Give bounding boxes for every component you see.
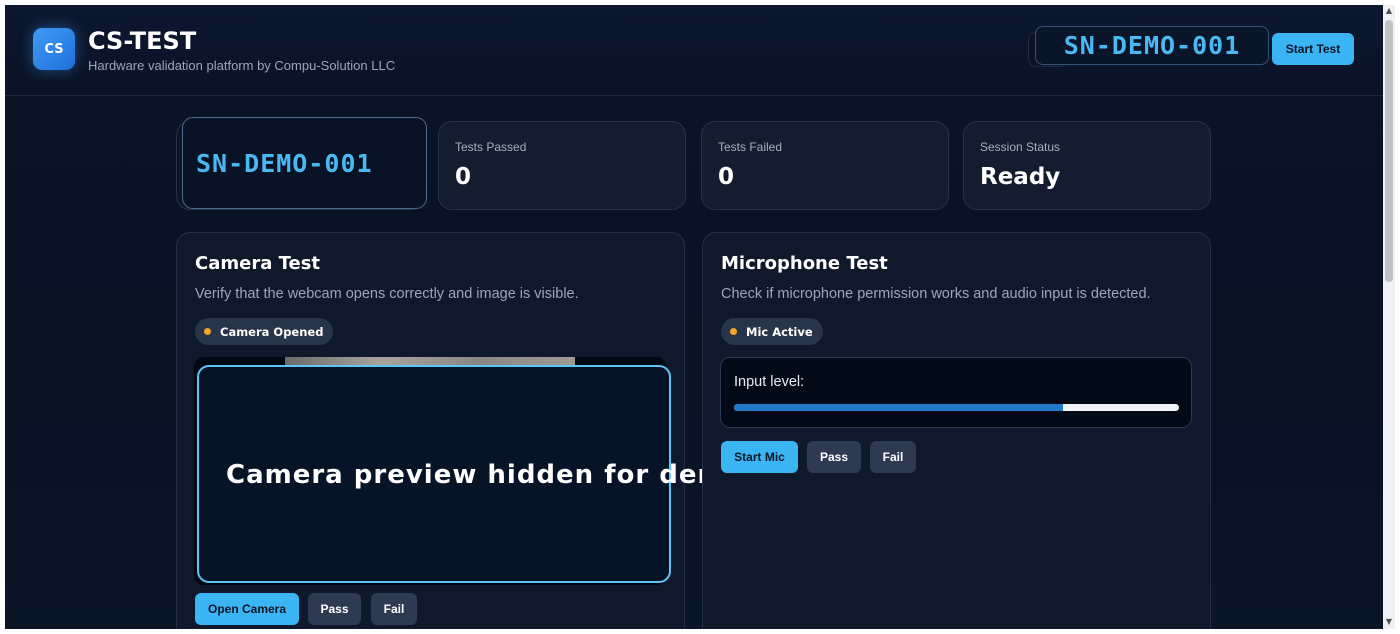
mic-panel-description: Check if microphone permission works and… [721, 286, 1151, 302]
scrollbar-thumb[interactable] [1385, 20, 1393, 282]
stat-card-session-status: Session Status Ready [963, 121, 1211, 210]
mic-level-label: Input level: [734, 374, 805, 390]
mic-panel-title: Microphone Test [721, 253, 888, 274]
start-mic-button[interactable]: Start Mic [721, 441, 798, 473]
status-dot-icon [204, 328, 211, 335]
app-window: CS CS-TEST Hardware validation platform … [5, 5, 1383, 629]
camera-feed-strip [285, 357, 575, 365]
stat-value: 0 [455, 164, 472, 190]
stat-label: Session Status [980, 140, 1061, 154]
mic-level-meter [734, 404, 1179, 411]
app-subtitle: Hardware validation platform by Compu-So… [88, 58, 396, 73]
microphone-test-panel: Microphone Test Check if microphone perm… [702, 232, 1211, 629]
stat-card-tests-failed: Tests Failed 0 [701, 121, 949, 210]
camera-pass-button[interactable]: Pass [308, 593, 361, 625]
mic-level-fill [734, 404, 1064, 411]
mic-level-box: Input level: [720, 357, 1192, 428]
scroll-up-icon[interactable]: ▲ [1384, 6, 1394, 16]
mic-fail-button[interactable]: Fail [870, 441, 916, 473]
app-header: CS CS-TEST Hardware validation platform … [5, 5, 1383, 96]
scroll-down-icon[interactable]: ▼ [1384, 617, 1394, 627]
mic-pass-button[interactable]: Pass [807, 441, 861, 473]
stat-card-tests-passed: Tests Passed 0 [438, 121, 686, 210]
open-camera-button[interactable]: Open Camera [195, 593, 299, 625]
start-test-button[interactable]: Start Test [1272, 33, 1354, 65]
camera-panel-title: Camera Test [195, 253, 321, 274]
camera-fail-button[interactable]: Fail [371, 593, 417, 625]
stat-label: Tests Passed [455, 140, 527, 154]
camera-status-text: Camera Opened [220, 324, 324, 339]
header-serial-number: SN-DEMO-001 [1035, 26, 1269, 65]
camera-status-badge: Camera Opened [195, 318, 334, 345]
camera-preview-text: Camera preview hidden for demo [226, 460, 745, 490]
stat-label: Tests Failed [718, 140, 783, 154]
stat-serial-number: SN-DEMO-001 [182, 117, 427, 209]
stat-value: Ready [980, 164, 1061, 190]
brand-logo: CS [33, 28, 75, 70]
stat-value: 0 [718, 164, 735, 190]
app-title: CS-TEST [88, 27, 197, 55]
camera-panel-description: Verify that the webcam opens correctly a… [195, 286, 579, 302]
mic-status-text: Mic Active [746, 324, 813, 339]
status-dot-icon [730, 328, 737, 335]
mic-status-badge: Mic Active [721, 318, 823, 345]
